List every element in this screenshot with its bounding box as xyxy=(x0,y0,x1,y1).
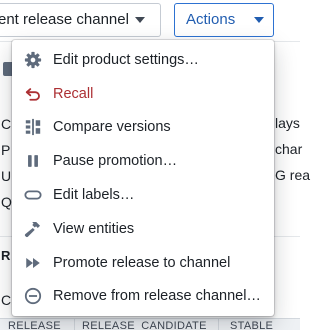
menu-item-label: Pause promotion… xyxy=(53,153,178,170)
release-channel-select-value: ent release channel xyxy=(0,11,129,28)
bg-left-text: P xyxy=(1,142,11,158)
fast-forward-icon xyxy=(24,254,42,272)
bg-right-text: G rea xyxy=(275,167,311,183)
actions-button[interactable]: Actions xyxy=(174,3,274,37)
table-column-header: RELEASE xyxy=(8,320,61,330)
menu-item-recall[interactable]: Recall xyxy=(12,77,274,111)
bg-section-heading: R xyxy=(1,248,11,263)
table-column-header: STABLE xyxy=(230,320,274,330)
remove-circle-icon xyxy=(24,287,42,305)
menu-item-promote-release[interactable]: Promote release to channel xyxy=(12,246,274,280)
release-channel-select[interactable]: ent release channel xyxy=(0,3,161,37)
undo-icon xyxy=(24,85,42,103)
menu-item-pause-promotion[interactable]: Pause promotion… xyxy=(12,144,274,178)
column-divider xyxy=(74,318,75,330)
caret-down-icon xyxy=(254,17,264,23)
menu-item-label: Edit labels… xyxy=(53,187,135,204)
caret-down-icon xyxy=(135,17,145,23)
bg-right-text: char xyxy=(275,141,303,157)
menu-item-label: Edit product settings… xyxy=(53,51,199,68)
column-divider xyxy=(218,318,219,330)
actions-menu: Edit product settings… Recall Compare ve… xyxy=(12,40,274,316)
menu-item-compare-versions[interactable]: Compare versions xyxy=(12,111,274,145)
actions-button-label: Actions xyxy=(186,11,236,28)
tag-outline-icon xyxy=(24,186,42,204)
bg-right-text: lays xyxy=(275,115,300,131)
menu-item-label: Remove from release channel… xyxy=(53,288,261,305)
menu-item-label: Promote release to channel xyxy=(53,254,231,271)
bg-left-text: Q xyxy=(1,194,12,210)
pause-icon xyxy=(24,152,42,170)
menu-item-label: Recall xyxy=(53,85,94,102)
page-toolbar: ent release channel Actions xyxy=(0,0,300,42)
bg-left-text: C xyxy=(1,116,12,132)
menu-item-remove-from-channel[interactable]: Remove from release channel… xyxy=(12,280,274,314)
compare-icon xyxy=(24,118,42,136)
menu-item-label: Compare versions xyxy=(53,119,171,136)
bg-left-text: U xyxy=(1,168,12,184)
hammer-icon xyxy=(24,220,42,238)
menu-item-edit-labels[interactable]: Edit labels… xyxy=(12,178,274,212)
menu-item-view-entities[interactable]: View entities xyxy=(12,212,274,246)
gear-icon xyxy=(24,51,42,69)
menu-item-edit-product-settings[interactable]: Edit product settings… xyxy=(12,43,274,77)
bg-row-text: C xyxy=(1,292,12,308)
menu-item-label: View entities xyxy=(53,220,135,237)
table-column-header: RELEASE_CANDIDATE xyxy=(82,320,207,330)
